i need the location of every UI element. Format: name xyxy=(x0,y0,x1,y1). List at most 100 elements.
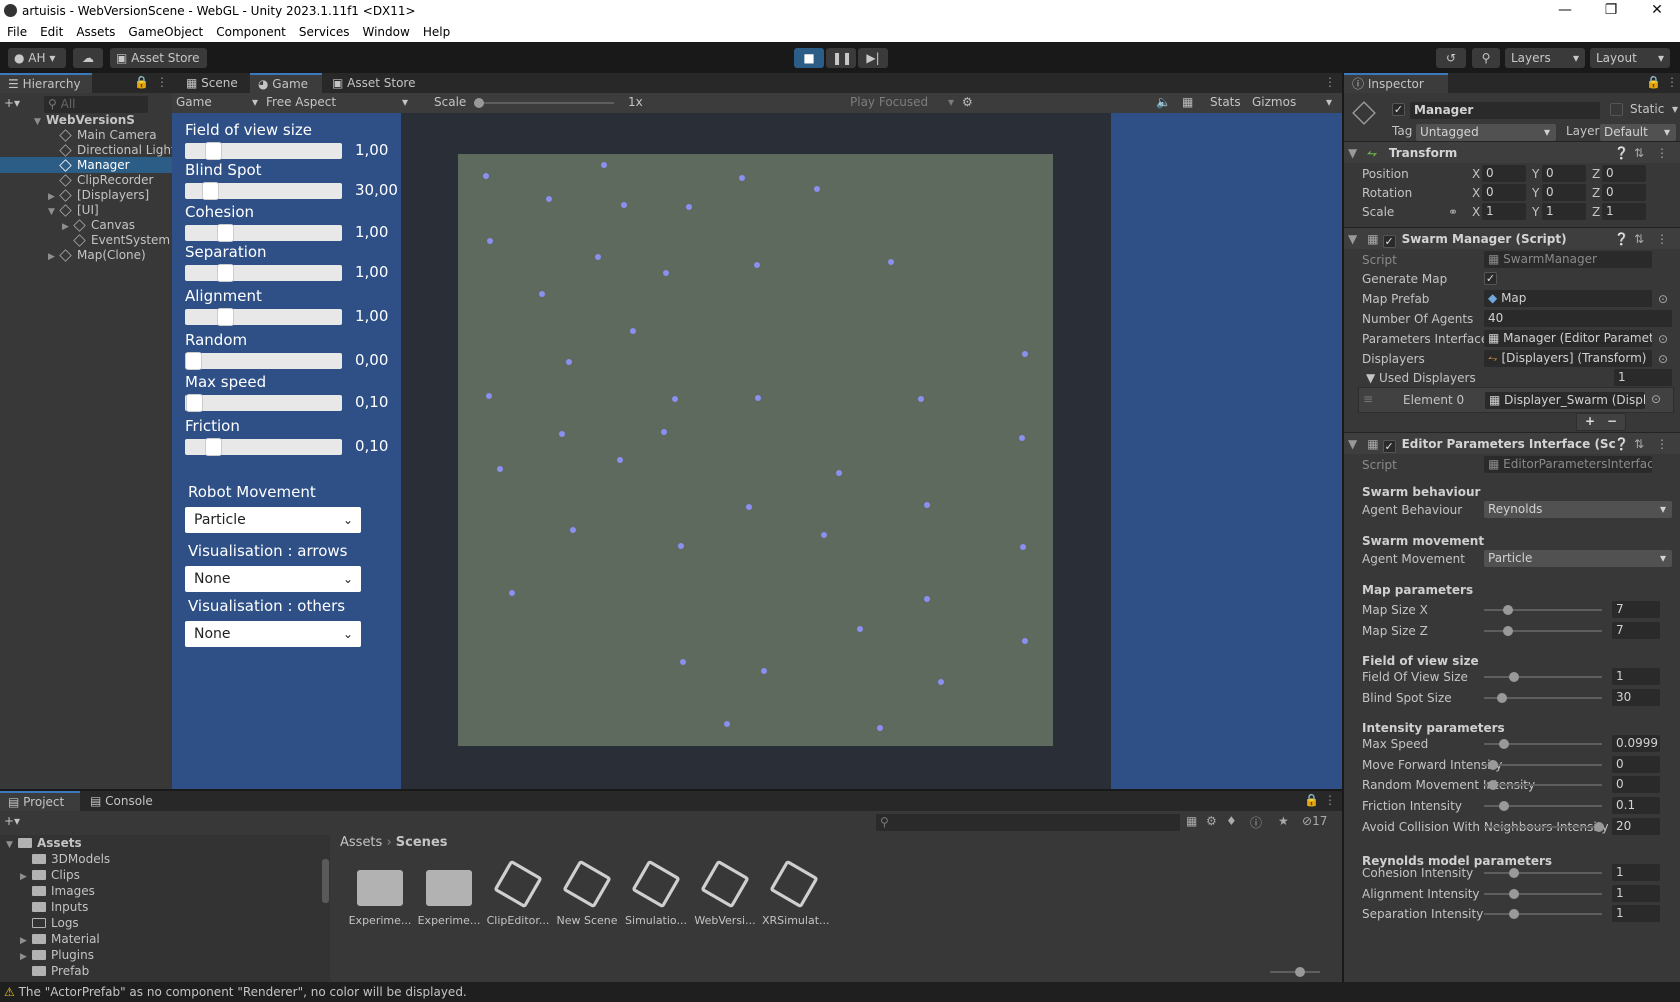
help-icon[interactable]: ❔ xyxy=(1614,433,1629,455)
editor-slider-handle[interactable] xyxy=(1488,780,1498,790)
tab-hierarchy[interactable]: ☰ Hierarchy xyxy=(0,73,92,93)
overlay-slider-track[interactable] xyxy=(185,264,342,282)
editor-slider-value-input[interactable]: 0 xyxy=(1612,756,1660,773)
tab-console[interactable]: ▤ Console xyxy=(82,791,162,811)
editor-slider-handle[interactable] xyxy=(1509,868,1519,878)
static-checkbox[interactable] xyxy=(1610,103,1623,116)
favorite-icon[interactable]: ★ xyxy=(1278,814,1289,828)
hierarchy-item-displayers[interactable]: ▶ [Displayers] xyxy=(0,187,172,203)
editor-slider-track[interactable] xyxy=(1484,676,1602,678)
overlay-slider-handle[interactable] xyxy=(205,142,222,160)
tree-item-assets[interactable]: ▼ Assets xyxy=(0,835,330,851)
overlay-slider-handle[interactable] xyxy=(186,394,203,412)
tree-scrollbar[interactable] xyxy=(322,859,329,903)
constrain-proportions-icon[interactable]: ⚭ xyxy=(1448,202,1458,222)
overlay-slider-handle[interactable] xyxy=(217,308,234,326)
step-button[interactable]: ▶| xyxy=(858,48,888,68)
menu-gameobject[interactable]: GameObject xyxy=(121,22,209,39)
add-element-button[interactable]: + xyxy=(1585,414,1595,428)
editor-parameters-header[interactable]: ▼ ▦ ✓ Editor Parameters Interface (Sc ❔ ⇅ ⋮ xyxy=(1344,432,1680,454)
editor-slider-handle[interactable] xyxy=(1497,693,1507,703)
transform-z-input[interactable]: 1 xyxy=(1602,203,1646,220)
account-button[interactable]: ● AH ▾ xyxy=(8,48,66,68)
transform-x-input[interactable]: 1 xyxy=(1482,203,1526,220)
pause-button[interactable]: ❚❚ xyxy=(826,48,856,68)
editor-slider-value-input[interactable]: 0.0999 xyxy=(1612,735,1660,752)
swarm-manager-header[interactable]: ▼ ▦ ✓ Swarm Manager (Script) ❔ ⇅ ⋮ xyxy=(1344,227,1680,249)
hierarchy-item-main-camera[interactable]: Main Camera xyxy=(0,127,172,143)
editor-slider-track[interactable] xyxy=(1484,913,1602,915)
hierarchy-item-cliprecorder[interactable]: ClipRecorder xyxy=(0,172,172,188)
lock-icon[interactable]: 🔒 xyxy=(1646,75,1661,89)
kebab-menu-icon[interactable]: ⋮ xyxy=(156,75,168,89)
asset-item[interactable]: Simulatio... xyxy=(624,859,688,927)
editor-slider-value-input[interactable]: 1 xyxy=(1612,864,1660,881)
help-icon[interactable]: ❔ xyxy=(1614,142,1629,164)
menu-services[interactable]: Services xyxy=(292,22,356,39)
restore-icon[interactable]: ❐ xyxy=(1588,0,1634,22)
transform-x-input[interactable]: 0 xyxy=(1482,165,1526,182)
play-stop-button[interactable]: ■ xyxy=(794,48,824,68)
editor-slider-track[interactable] xyxy=(1484,784,1602,786)
editor-slider-value-input[interactable]: 0.1 xyxy=(1612,797,1660,814)
asset-item[interactable]: Experime... xyxy=(417,862,481,927)
hierarchy-search-input[interactable]: ⚲ All xyxy=(44,96,148,113)
hierarchy-item-manager[interactable]: Manager xyxy=(0,157,172,173)
bug-icon[interactable]: ⚙ xyxy=(962,95,973,109)
editor-slider-track[interactable] xyxy=(1484,630,1602,632)
transform-x-input[interactable]: 0 xyxy=(1482,184,1526,201)
gizmos-button[interactable]: Gizmos xyxy=(1252,95,1296,109)
editor-slider-track[interactable] xyxy=(1484,826,1602,828)
used-displayers-foldout[interactable]: ▼ Used Displayers xyxy=(1366,368,1476,388)
overlay-slider-track[interactable] xyxy=(185,142,342,160)
preset-icon[interactable]: ⇅ xyxy=(1634,228,1644,250)
transform-z-input[interactable]: 0 xyxy=(1602,184,1646,201)
inspector-scrollbar[interactable] xyxy=(1670,73,1680,982)
editor-slider-handle[interactable] xyxy=(1488,760,1498,770)
editor-slider-value-input[interactable]: 7 xyxy=(1612,622,1660,639)
used-displayers-row[interactable]: ▼ Used Displayers 1 xyxy=(1344,368,1680,388)
audio-icon[interactable]: 🔈 xyxy=(1156,95,1171,109)
add-asset-icon[interactable]: +▾ xyxy=(4,814,20,828)
tree-item-3dmodels[interactable]: 3DModels xyxy=(0,851,330,867)
play-focused-dropdown[interactable]: Play Focused ▾ xyxy=(850,95,958,109)
add-icon[interactable]: +▾ xyxy=(4,96,20,110)
grid-icon[interactable]: ▦ xyxy=(1182,95,1193,109)
number-of-agents-input[interactable]: 40 xyxy=(1484,310,1672,327)
active-checkbox[interactable]: ✓ xyxy=(1392,103,1405,116)
overlay-slider-handle[interactable] xyxy=(205,438,222,456)
editor-slider-handle[interactable] xyxy=(1503,626,1513,636)
overlay-slider-handle[interactable] xyxy=(217,224,234,242)
preset-icon[interactable]: ⇅ xyxy=(1634,142,1644,164)
editor-slider-value-input[interactable]: 20 xyxy=(1612,818,1660,835)
asset-item[interactable]: New Scene xyxy=(555,859,619,927)
overlay-dropdown[interactable]: None ⌄ xyxy=(185,621,361,647)
editor-slider-track[interactable] xyxy=(1484,609,1602,611)
object-picker-icon[interactable]: ⊙ xyxy=(1658,289,1668,309)
breadcrumb-assets[interactable]: Assets xyxy=(340,835,382,850)
aspect-dropdown[interactable]: Free Aspect ▾ xyxy=(266,95,412,109)
asset-item[interactable]: XRSimulat... xyxy=(762,859,830,927)
breadcrumb-scenes[interactable]: Scenes xyxy=(396,835,448,850)
overlay-slider-handle[interactable] xyxy=(185,352,202,370)
editor-parameters-enabled-checkbox[interactable]: ✓ xyxy=(1382,440,1396,453)
map-prefab-field[interactable]: ◆ Map xyxy=(1484,290,1652,307)
kebab-menu-icon[interactable]: ⋮ xyxy=(1656,433,1668,455)
kebab-menu-icon[interactable]: ⋮ xyxy=(1656,228,1668,250)
drag-handle-icon[interactable]: ≡ xyxy=(1363,392,1373,406)
object-picker-icon[interactable]: ⊙ xyxy=(1658,349,1668,369)
editor-slider-handle[interactable] xyxy=(1499,739,1509,749)
layout-dropdown[interactable]: Layout ▾ xyxy=(1590,48,1670,68)
used-displayers-count[interactable]: 1 xyxy=(1614,369,1672,386)
overlay-slider-track[interactable] xyxy=(185,182,342,200)
tree-item-material[interactable]: ▶ Material xyxy=(0,931,330,947)
transform-header[interactable]: ▼ ⥊ Transform ❔ ⇅ ⋮ xyxy=(1344,141,1680,163)
element-0-field[interactable]: ▦ Displayer_Swarm (Displa xyxy=(1485,392,1645,409)
tag-dropdown[interactable]: Untagged ▾ xyxy=(1416,124,1556,141)
tree-item-clips[interactable]: ▶ Clips xyxy=(0,867,330,883)
agent-behaviour-dropdown[interactable]: Reynolds ▾ xyxy=(1484,501,1672,518)
filter-type-icon[interactable]: ▦ xyxy=(1186,814,1197,828)
swarm-manager-enabled-checkbox[interactable]: ✓ xyxy=(1382,235,1396,248)
layer-dropdown[interactable]: Default ▾ xyxy=(1600,124,1676,141)
editor-slider-value-input[interactable]: 1 xyxy=(1612,905,1660,922)
